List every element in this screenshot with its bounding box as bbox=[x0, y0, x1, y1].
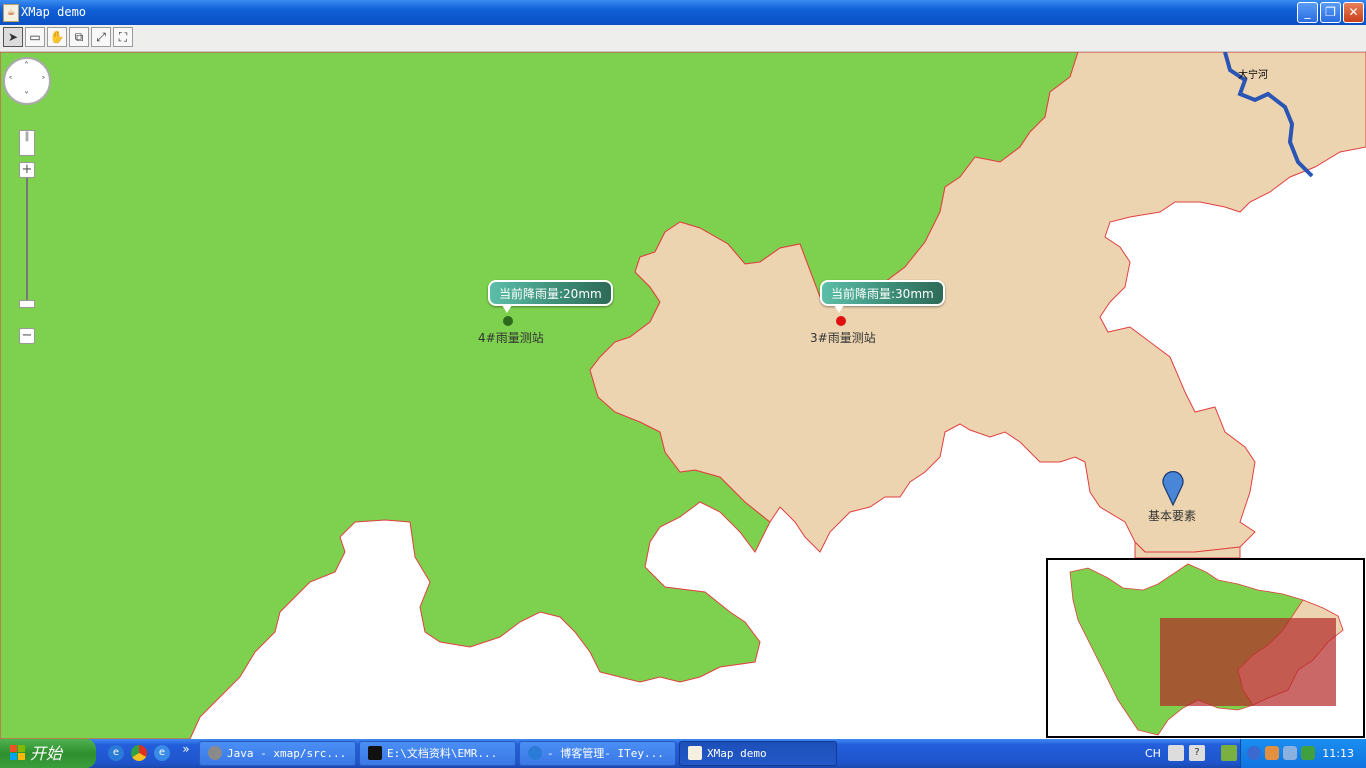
restore-button[interactable]: ❐ bbox=[1320, 2, 1341, 23]
station-3-label: 3#雨量测站 bbox=[810, 331, 876, 345]
window-title-bar[interactable]: ☕ XMap demo _ ❐ ✕ bbox=[0, 0, 1366, 25]
ie-alt-icon[interactable]: e bbox=[154, 745, 170, 761]
close-button[interactable]: ✕ bbox=[1343, 2, 1364, 23]
network-icon[interactable] bbox=[1283, 746, 1297, 760]
map-toolbar: ➤ ▭ ✋ ⧉ ⤢ ⛶ bbox=[0, 25, 1366, 52]
zoom-slider-handle[interactable] bbox=[19, 300, 35, 308]
task-label: Java - xmap/src... bbox=[227, 747, 347, 760]
rainfall-bubble-station-3[interactable]: 当前降雨量:30mm bbox=[820, 280, 945, 313]
rainfall-bubble-text: 当前降雨量:30mm bbox=[831, 287, 934, 301]
chrome-icon[interactable] bbox=[131, 745, 147, 761]
select-tool-button[interactable]: ➤ bbox=[3, 27, 23, 47]
overview-map[interactable] bbox=[1046, 558, 1365, 738]
system-tray: 11:13 bbox=[1240, 739, 1366, 768]
quicklaunch-chevron[interactable]: » bbox=[178, 741, 194, 757]
street-view-icon[interactable]: ‖ bbox=[19, 130, 35, 156]
zoom-out-button[interactable]: − bbox=[19, 328, 35, 344]
language-indicator[interactable]: CH bbox=[1145, 739, 1161, 768]
map-canvas[interactable]: ˄ ˅ ˂ ˃ ‖ + − 大宁河 当前降雨量:20mm 4#雨量测站 当前降雨… bbox=[0, 52, 1366, 739]
battery-icon[interactable] bbox=[1221, 745, 1237, 761]
start-button[interactable]: 开始 bbox=[0, 739, 96, 768]
station-3-marker[interactable] bbox=[836, 316, 846, 326]
internet-explorer-icon[interactable]: e bbox=[108, 745, 124, 761]
clock[interactable]: 11:13 bbox=[1322, 739, 1354, 768]
task-xmap-demo[interactable]: XMap demo bbox=[679, 741, 837, 766]
rainfall-bubble-station-4[interactable]: 当前降雨量:20mm bbox=[488, 280, 613, 313]
keyboard-icon[interactable] bbox=[1168, 745, 1184, 761]
zoom-box-tool-button[interactable]: ⧉ bbox=[69, 27, 89, 47]
task-label: E:\文档资料\EMR... bbox=[387, 747, 498, 760]
station-4-marker[interactable] bbox=[503, 316, 513, 326]
pan-hand-tool-button[interactable]: ✋ bbox=[47, 27, 67, 47]
rectangle-zoom-tool-button[interactable]: ▭ bbox=[25, 27, 45, 47]
fit-view-tool-button[interactable]: ⛶ bbox=[113, 27, 133, 47]
basic-feature-label: 基本要素 bbox=[1148, 509, 1197, 523]
task-java[interactable]: Java - xmap/src... bbox=[199, 741, 356, 766]
task-label: XMap demo bbox=[707, 747, 767, 760]
windows-taskbar: 开始 e e » Java - xmap/src... E:\文档资料\EMR.… bbox=[0, 739, 1366, 768]
pan-up-arrow[interactable]: ˄ bbox=[24, 62, 29, 72]
pan-left-arrow[interactable]: ˂ bbox=[8, 77, 13, 87]
java-icon bbox=[688, 746, 702, 760]
users-icon[interactable] bbox=[1265, 746, 1279, 760]
cmd-icon bbox=[368, 746, 382, 760]
minimize-button[interactable]: _ bbox=[1297, 2, 1318, 23]
full-extent-tool-button[interactable]: ⤢ bbox=[91, 27, 111, 47]
security-shield-icon[interactable] bbox=[1301, 746, 1315, 760]
ie-icon bbox=[528, 746, 542, 760]
pan-control[interactable]: ˄ ˅ ˂ ˃ bbox=[3, 57, 51, 105]
overview-viewport-rect[interactable] bbox=[1160, 618, 1336, 706]
window-title: XMap demo bbox=[21, 5, 87, 19]
task-cmd[interactable]: E:\文档资料\EMR... bbox=[359, 741, 516, 766]
task-label: - 博客管理- ITey... bbox=[547, 747, 664, 760]
pan-down-arrow[interactable]: ˅ bbox=[24, 92, 29, 102]
zoom-in-button[interactable]: + bbox=[19, 162, 35, 178]
start-label: 开始 bbox=[30, 744, 63, 763]
zoom-control: ‖ + − bbox=[19, 130, 35, 345]
map-pin-icon[interactable] bbox=[1162, 470, 1184, 506]
task-blog[interactable]: - 博客管理- ITey... bbox=[519, 741, 676, 766]
bubble-tail bbox=[834, 305, 844, 313]
bubble-tail bbox=[502, 305, 512, 313]
java-app-icon: ☕ bbox=[3, 4, 19, 22]
pan-right-arrow[interactable]: ˃ bbox=[41, 77, 46, 87]
tray-expand-icon[interactable] bbox=[1247, 746, 1261, 760]
river-label: 大宁河 bbox=[1238, 70, 1268, 81]
station-4-label: 4#雨量测站 bbox=[478, 331, 544, 345]
eclipse-icon bbox=[208, 746, 222, 760]
help-icon[interactable]: ? bbox=[1189, 745, 1205, 761]
zoom-track[interactable] bbox=[26, 178, 28, 300]
windows-flag-icon bbox=[10, 745, 25, 760]
rainfall-bubble-text: 当前降雨量:20mm bbox=[499, 287, 602, 301]
